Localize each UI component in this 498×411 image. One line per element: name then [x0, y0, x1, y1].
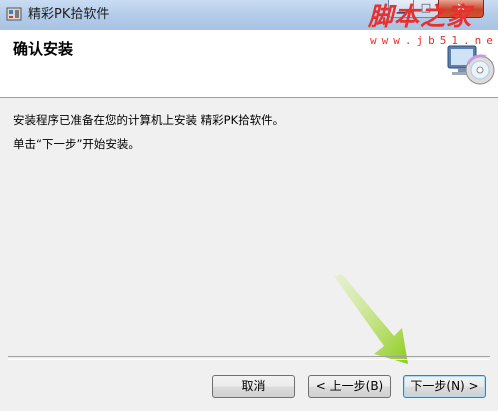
watermark-title: 脚本之家 [368, 2, 473, 31]
cancel-button[interactable]: 取消 [212, 375, 295, 398]
installer-window: 精彩PK拾软件 ▁ □ ✕ 确认安装 脚本之家 www.jb51.net 安装程… [0, 0, 498, 411]
ready-message: 安装程序已准备在您的计算机上安装 精彩PK拾软件。 [13, 113, 285, 127]
instruction-message: 单击“下一步”开始安装。 [13, 137, 140, 151]
window-title: 精彩PK拾软件 [28, 7, 110, 22]
installer-app-icon [6, 7, 22, 21]
page-title: 确认安装 [13, 40, 74, 58]
button-separator [8, 356, 490, 360]
computer-cd-icon [447, 45, 495, 85]
next-button[interactable]: 下一步(N) > [403, 375, 486, 398]
back-button[interactable]: < 上一步(B) [308, 375, 391, 398]
watermark-url: www.jb51.net [370, 34, 498, 47]
